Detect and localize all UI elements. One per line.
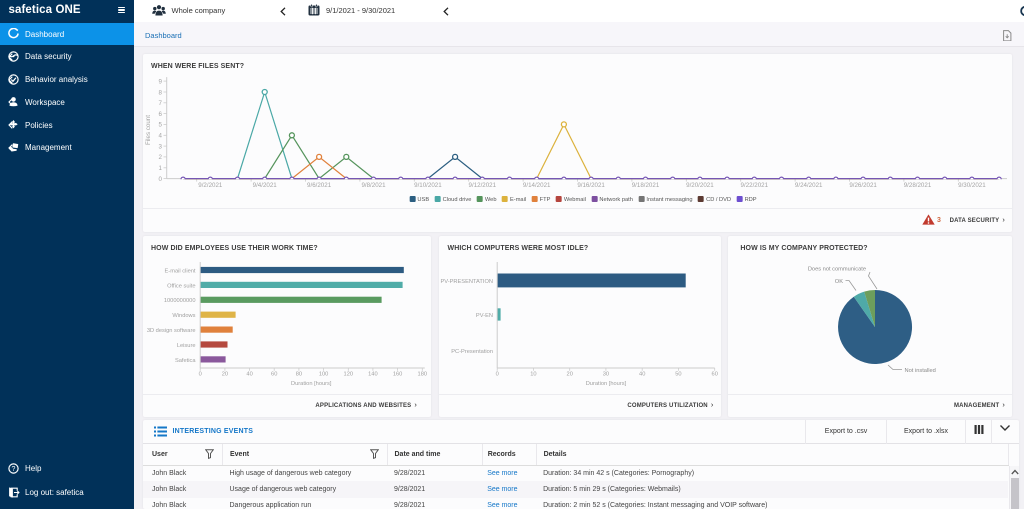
svg-text:5: 5 bbox=[159, 122, 163, 129]
svg-text:9/18/2021: 9/18/2021 bbox=[632, 182, 660, 189]
svg-text:60: 60 bbox=[271, 372, 277, 378]
svg-text:Does not communicate: Does not communicate bbox=[808, 267, 866, 273]
svg-text:Office suite: Office suite bbox=[167, 283, 195, 289]
svg-text:9/28/2021: 9/28/2021 bbox=[904, 182, 932, 189]
svg-text:9/12/2021: 9/12/2021 bbox=[469, 182, 497, 189]
svg-text:Not installed: Not installed bbox=[905, 368, 936, 374]
svg-text:180: 180 bbox=[417, 372, 427, 378]
svg-text:0: 0 bbox=[159, 176, 163, 183]
svg-text:Safetica: Safetica bbox=[174, 358, 195, 364]
svg-text:50: 50 bbox=[675, 372, 681, 378]
svg-text:40: 40 bbox=[639, 372, 645, 378]
svg-text:9/10/2021: 9/10/2021 bbox=[414, 182, 442, 189]
svg-text:Duration [hours]: Duration [hours] bbox=[586, 381, 627, 387]
svg-text:9/30/2021: 9/30/2021 bbox=[958, 182, 986, 189]
svg-text:1: 1 bbox=[159, 165, 163, 172]
svg-text:8: 8 bbox=[159, 89, 163, 96]
svg-text:3D design software: 3D design software bbox=[146, 328, 195, 334]
svg-text:100: 100 bbox=[318, 372, 328, 378]
svg-text:PV-EN: PV-EN bbox=[476, 313, 493, 319]
svg-text:PC-Presentation: PC-Presentation bbox=[451, 349, 493, 355]
svg-text:7: 7 bbox=[159, 100, 163, 107]
svg-text:40: 40 bbox=[246, 372, 252, 378]
svg-text:6: 6 bbox=[159, 111, 163, 118]
svg-text:80: 80 bbox=[295, 372, 301, 378]
svg-text:140: 140 bbox=[368, 372, 378, 378]
svg-text:0: 0 bbox=[198, 372, 201, 378]
svg-text:9/24/2021: 9/24/2021 bbox=[795, 182, 823, 189]
svg-text:OK: OK bbox=[835, 279, 843, 285]
svg-text:160: 160 bbox=[392, 372, 402, 378]
svg-text:9/4/2021: 9/4/2021 bbox=[253, 182, 278, 189]
svg-text:2: 2 bbox=[159, 154, 163, 161]
svg-text:9/6/2021: 9/6/2021 bbox=[307, 182, 332, 189]
svg-text:Files count: Files count bbox=[145, 115, 152, 145]
svg-text:9/16/2021: 9/16/2021 bbox=[577, 182, 605, 189]
svg-text:1000000000: 1000000000 bbox=[163, 298, 195, 304]
svg-text:30: 30 bbox=[603, 372, 609, 378]
svg-text:120: 120 bbox=[343, 372, 353, 378]
svg-text:9/22/2021: 9/22/2021 bbox=[741, 182, 769, 189]
svg-text:PV-PRESENTATION: PV-PRESENTATION bbox=[440, 279, 493, 285]
svg-text:20: 20 bbox=[221, 372, 227, 378]
svg-text:Windows: Windows bbox=[172, 313, 195, 319]
svg-text:20: 20 bbox=[567, 372, 573, 378]
svg-text:Leisure: Leisure bbox=[176, 343, 195, 349]
svg-text:?: ? bbox=[12, 466, 16, 473]
svg-text:0: 0 bbox=[496, 372, 499, 378]
svg-text:9: 9 bbox=[159, 78, 163, 85]
svg-text:E-mail client: E-mail client bbox=[164, 268, 195, 274]
svg-text:9/20/2021: 9/20/2021 bbox=[686, 182, 714, 189]
svg-text:9/26/2021: 9/26/2021 bbox=[849, 182, 877, 189]
svg-text:9/8/2021: 9/8/2021 bbox=[361, 182, 386, 189]
svg-text:9/14/2021: 9/14/2021 bbox=[523, 182, 551, 189]
svg-text:3: 3 bbox=[159, 143, 163, 150]
svg-text:Duration [hours]: Duration [hours] bbox=[291, 381, 332, 387]
svg-text:10: 10 bbox=[530, 372, 536, 378]
svg-text:4: 4 bbox=[159, 133, 163, 140]
svg-text:9/2/2021: 9/2/2021 bbox=[198, 182, 223, 189]
svg-text:60: 60 bbox=[712, 372, 718, 378]
